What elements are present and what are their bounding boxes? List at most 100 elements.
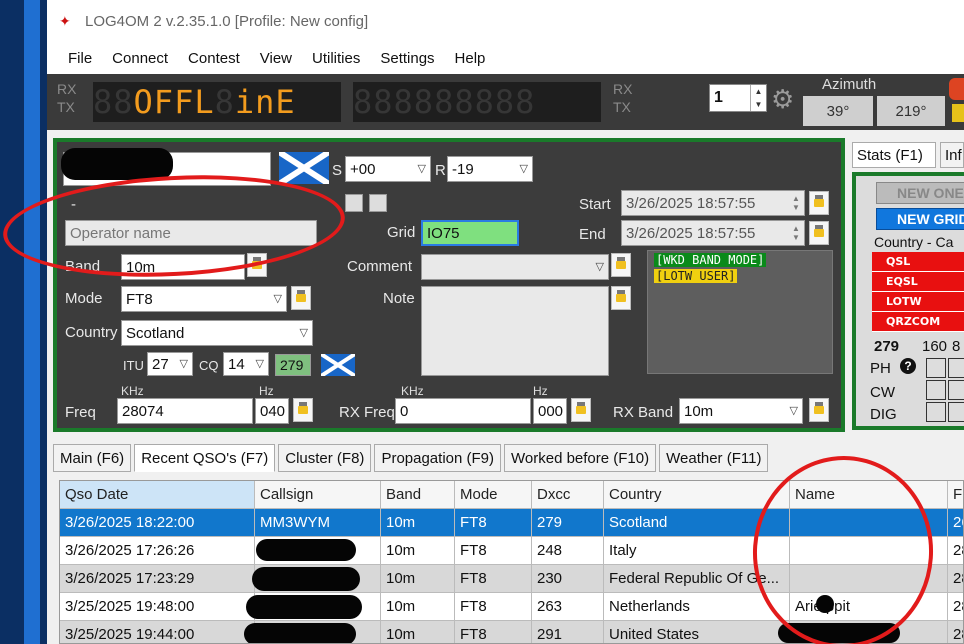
menu-settings[interactable]: Settings bbox=[370, 50, 444, 67]
rst-sent-select[interactable]: +00 ▽ bbox=[345, 156, 431, 182]
dig-80-box bbox=[948, 402, 964, 422]
end-lock-icon[interactable] bbox=[809, 221, 829, 245]
new-one-indicator: NEW ONE bbox=[876, 182, 964, 204]
cell-mode: FT8 bbox=[455, 537, 532, 565]
col-country[interactable]: Country bbox=[604, 481, 790, 509]
cell-band: 10m bbox=[381, 621, 455, 643]
comment-lock-icon[interactable] bbox=[611, 253, 631, 277]
display-dim-digits-right: 888888888 bbox=[353, 83, 536, 121]
cell-date: 3/25/2025 19:44:00 bbox=[60, 621, 255, 643]
cell-dxcc: 291 bbox=[532, 621, 604, 643]
menu-contest[interactable]: Contest bbox=[178, 50, 250, 67]
mode-cw-label: CW bbox=[870, 384, 895, 401]
tab-worked-before[interactable]: Worked before (F10) bbox=[504, 444, 657, 472]
ph-80-box bbox=[948, 358, 964, 378]
gear-icon[interactable]: ⚙ bbox=[771, 84, 794, 115]
scotland-flag-icon bbox=[279, 152, 329, 184]
col-dxcc[interactable]: Dxcc bbox=[532, 481, 604, 509]
tx-label: TX bbox=[57, 99, 75, 115]
start-time-input[interactable]: 3/26/2025 18:57:55 bbox=[621, 190, 805, 216]
display-offline-text: OFFL bbox=[133, 83, 215, 121]
cell-country: United States bbox=[604, 621, 790, 643]
start-time-value: 3/26/2025 18:57:55 bbox=[626, 194, 756, 212]
mode-dig-label: DIG bbox=[870, 406, 897, 423]
tab-propagation[interactable]: Propagation (F9) bbox=[374, 444, 501, 472]
help-icon[interactable]: ? bbox=[900, 358, 916, 374]
menu-connect[interactable]: Connect bbox=[102, 50, 178, 67]
qsl-sent-box[interactable] bbox=[345, 194, 363, 212]
rig-selector[interactable]: 1 ▲ ▼ bbox=[709, 84, 767, 112]
country-value: Scotland bbox=[126, 324, 185, 342]
freq-hz-input[interactable]: 040 bbox=[255, 398, 289, 424]
start-lock-icon[interactable] bbox=[809, 191, 829, 215]
qsl-status: QSL bbox=[872, 252, 964, 272]
col-f[interactable]: F bbox=[948, 481, 963, 509]
menu-help[interactable]: Help bbox=[445, 50, 496, 67]
col-mode[interactable]: Mode bbox=[455, 481, 532, 509]
band-8-label: 8 bbox=[952, 338, 961, 355]
tab-main[interactable]: Main (F6) bbox=[53, 444, 132, 472]
menu-file[interactable]: File bbox=[58, 50, 102, 67]
rst-rcvd-select[interactable]: -19 ▽ bbox=[447, 156, 533, 182]
eqsl-status: EQSL bbox=[872, 272, 964, 292]
power-icon[interactable] bbox=[949, 78, 964, 100]
freq-khz-input[interactable]: 28074 bbox=[117, 398, 253, 424]
app-logo-icon: ✦ bbox=[59, 13, 71, 29]
cell-dxcc: 263 bbox=[532, 593, 604, 621]
rst-sent-value: +00 bbox=[350, 160, 376, 178]
lock-icon[interactable] bbox=[952, 104, 964, 122]
menu-utilities[interactable]: Utilities bbox=[302, 50, 370, 67]
country-select[interactable]: Scotland ▽ bbox=[121, 320, 313, 346]
qsl-rcvd-box[interactable] bbox=[369, 194, 387, 212]
redaction-callsign bbox=[246, 595, 362, 619]
rxfreq-lock-icon[interactable] bbox=[571, 398, 591, 422]
display-dim-digit: 8 bbox=[214, 83, 235, 121]
tab-info[interactable]: Inf bbox=[940, 142, 964, 168]
tab-weather[interactable]: Weather (F11) bbox=[659, 444, 769, 472]
tag-lotw-user: [LOTW USER] bbox=[654, 269, 738, 283]
rxband-label: RX Band bbox=[613, 404, 674, 421]
note-lock-icon[interactable] bbox=[611, 286, 631, 310]
itu-select[interactable]: 27 ▽ bbox=[147, 352, 193, 376]
mode-ph-label: PH bbox=[870, 360, 891, 377]
mode-select[interactable]: FT8 ▽ bbox=[121, 286, 287, 312]
cell-date: 3/26/2025 17:23:29 bbox=[60, 565, 255, 593]
note-input[interactable] bbox=[421, 286, 609, 376]
cell-dxcc: 279 bbox=[532, 509, 604, 537]
rig-spin-arrows[interactable]: ▲ ▼ bbox=[750, 85, 766, 111]
tab-stats[interactable]: Stats (F1) bbox=[852, 142, 936, 168]
rx-frequency-display: 888888888 bbox=[353, 82, 601, 122]
rst-rcvd-value: -19 bbox=[452, 160, 474, 178]
rxfreq-khz-input[interactable]: 0 bbox=[395, 398, 531, 424]
rxfreq-hz-input[interactable]: 000 bbox=[533, 398, 567, 424]
frequency-display: 88 OFFL 8 inE bbox=[93, 82, 341, 122]
grid-input[interactable]: IO75 bbox=[421, 220, 519, 246]
redaction-callsign bbox=[244, 623, 356, 643]
comment-input[interactable]: ▽ bbox=[421, 254, 609, 280]
mode-lock-icon[interactable] bbox=[291, 286, 311, 310]
cell-f: 28 bbox=[948, 593, 963, 621]
end-time-input[interactable]: 3/26/2025 18:57:55 bbox=[621, 220, 805, 246]
cq-select[interactable]: 14 ▽ bbox=[223, 352, 269, 376]
rxfreq-label: RX Freq bbox=[339, 404, 395, 421]
country-label: Country bbox=[65, 324, 118, 341]
chevron-down-icon: ▽ bbox=[519, 162, 528, 175]
end-spin-arrows[interactable]: ▲ ▼ bbox=[789, 224, 803, 242]
band-160-label: 160 bbox=[922, 338, 948, 355]
desktop-edge bbox=[0, 0, 44, 644]
cq-value: 14 bbox=[228, 355, 245, 373]
rxband-select[interactable]: 10m ▽ bbox=[679, 398, 803, 424]
redaction-callsign bbox=[252, 567, 360, 591]
tab-cluster[interactable]: Cluster (F8) bbox=[278, 444, 372, 472]
dxcc-badge: 279 bbox=[275, 354, 311, 376]
rxband-lock-icon[interactable] bbox=[809, 398, 829, 422]
rxfreq-khz-label: KHz bbox=[401, 384, 424, 398]
start-spin-arrows[interactable]: ▲ ▼ bbox=[789, 194, 803, 212]
col-qso-date[interactable]: Qso Date bbox=[60, 481, 255, 509]
col-band[interactable]: Band bbox=[381, 481, 455, 509]
chevron-down-icon: ▽ bbox=[789, 404, 798, 417]
menu-view[interactable]: View bbox=[250, 50, 302, 67]
freq-lock-icon[interactable] bbox=[293, 398, 313, 422]
tab-recent-qsos[interactable]: Recent QSO's (F7) bbox=[134, 444, 276, 472]
col-callsign[interactable]: Callsign bbox=[255, 481, 381, 509]
